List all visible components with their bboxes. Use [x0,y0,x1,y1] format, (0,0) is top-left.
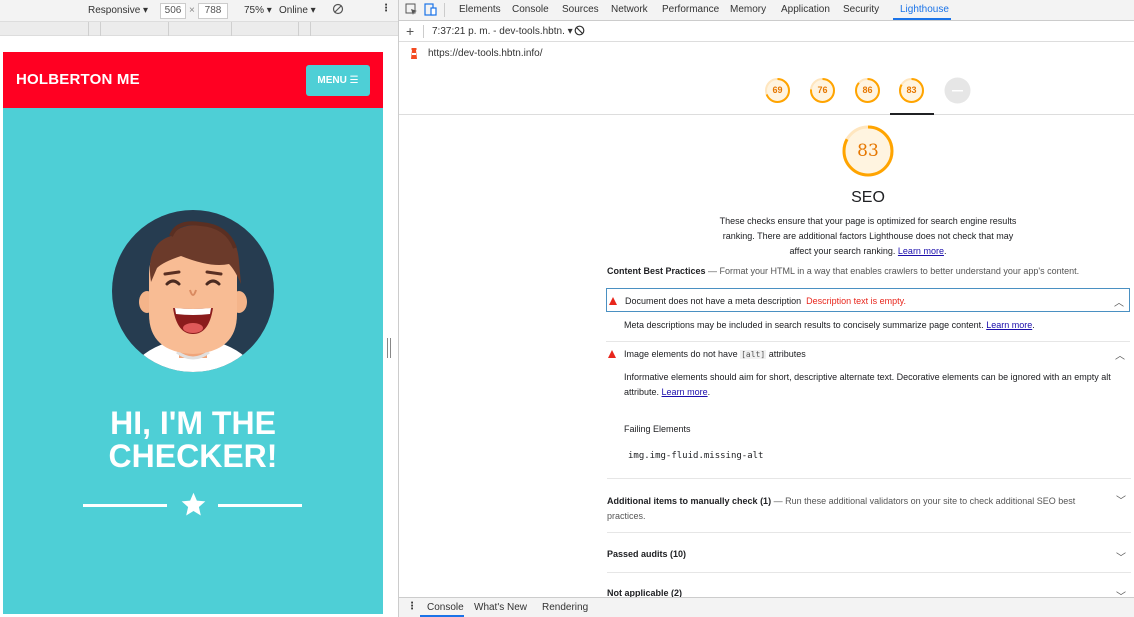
fail-icon [608,350,616,358]
avatar [111,184,275,377]
drawer-tab-console[interactable]: Console [427,602,464,613]
chevron-up-icon[interactable]: ︿ [1115,347,1125,362]
gauge-performance[interactable]: 69 [764,77,791,104]
lighthouse-logo-icon [409,47,419,63]
failing-selector[interactable]: img.img-fluid.missing-alt [628,449,763,464]
tab-security[interactable]: Security [843,4,879,15]
active-gauge-indicator [890,113,934,115]
drawer-menu-icon[interactable]: ⋮ [407,601,417,612]
tab-application[interactable]: Application [781,4,830,15]
gauge-accessibility[interactable]: 76 [809,77,836,104]
pane-resizer-handle[interactable] [387,338,391,358]
emulated-viewport: HOLBERTON ME MENU ☰ HI, I'M THE CHECKER! [3,52,383,614]
gauge-pwa[interactable] [944,77,971,104]
lighthouse-report: 83 SEO These checks ensure that your pag… [399,116,1134,597]
category-score-gauge: 83 [841,124,895,178]
chevron-down-icon[interactable]: ﹀ [1116,494,1126,509]
audit-image-alt: Image elements do not have [alt] attribu… [606,341,1130,481]
new-report-icon[interactable]: + [406,23,414,39]
tab-sources[interactable]: Sources [562,4,599,15]
score-gauges: 69 76 86 83 [399,66,1134,115]
gauge-score: 86 [862,85,873,95]
rotate-icon[interactable] [332,3,344,18]
hero-heading: HI, I'M THE CHECKER! [3,407,383,473]
divider-line-right [218,504,302,507]
manual-checks-section[interactable]: Additional items to manually check (1) —… [607,494,1131,524]
gauge-score: 76 [817,85,828,95]
inspect-element-icon[interactable] [405,3,418,19]
tab-lighthouse[interactable]: Lighthouse [900,4,949,15]
site-brand[interactable]: HOLBERTON ME [16,71,140,88]
clear-reports-icon[interactable] [574,25,585,39]
report-url[interactable]: https://dev-tools.hbtn.info/ [428,48,543,59]
chevron-down-icon[interactable]: ﹀ [1116,588,1126,597]
learn-more-link[interactable]: Learn more [662,387,708,397]
hero-line-2: CHECKER! [108,438,278,474]
media-query-ruler [0,22,398,36]
tab-memory[interactable]: Memory [730,4,766,15]
learn-more-link[interactable]: Learn more [898,246,944,256]
device-toolbar: Responsive ▾ 506 × 788 75% ▾ Online ▾ ⋮ [0,0,398,22]
chevron-up-icon[interactable]: ︿ [1114,294,1124,309]
audit-row[interactable]: Document does not have a meta descriptio… [606,288,1130,312]
tab-console[interactable]: Console [512,4,549,15]
tab-elements[interactable]: Elements [459,4,501,15]
report-selector[interactable]: 7:37:21 p. m. - dev-tools.hbtn. ▾ [432,26,573,37]
divider-line-left [83,504,167,507]
learn-more-link[interactable]: Learn more [986,320,1032,330]
chevron-down-icon[interactable]: ﹀ [1116,549,1126,564]
drawer-tab-rendering[interactable]: Rendering [542,602,588,613]
star-divider [83,490,303,520]
category-title: SEO [851,189,885,206]
audit-description: Informative elements should aim for shor… [624,372,1111,397]
height-input[interactable]: 788 [198,3,228,19]
network-select[interactable]: Online ▾ [279,5,316,16]
devtools-panel: Elements Console Sources Network Perform… [399,0,1134,617]
tab-performance[interactable]: Performance [662,4,719,15]
fail-icon [609,297,617,305]
lighthouse-toolbar: + 7:37:21 p. m. - dev-tools.hbtn. ▾ [399,21,1134,42]
active-tab-indicator [893,18,951,20]
gauge-best-practices[interactable]: 86 [854,77,881,104]
star-icon [181,492,206,516]
site-header: HOLBERTON ME MENU ☰ [3,52,383,108]
passed-audits-section[interactable]: Passed audits (10) ﹀ [607,549,1131,564]
width-input[interactable]: 506 [160,3,186,19]
gauge-score: 69 [772,85,783,95]
gauge-seo[interactable]: 83 [898,77,925,104]
hero-line-1: HI, I'M THE [110,405,276,441]
zoom-select[interactable]: 75% ▾ [244,5,272,16]
not-applicable-section[interactable]: Not applicable (2) ﹀ [607,588,1131,597]
more-options-icon[interactable]: ⋮ [381,3,391,14]
audit-meta-description: Document does not have a meta descriptio… [606,288,1130,340]
console-drawer-tabbar: ⋮ Console What's New Rendering [399,597,1134,617]
failing-elements-label: Failing Elements [624,424,691,434]
tab-network[interactable]: Network [611,4,648,15]
drawer-tab-whats-new[interactable]: What's New [474,602,527,613]
times-glyph: × [189,5,195,16]
audit-description: Meta descriptions may be included in sea… [624,320,1035,330]
report-url-bar: https://dev-tools.hbtn.info/ [399,42,1134,65]
category-description: These checks ensure that your page is op… [719,216,1017,256]
device-select[interactable]: Responsive ▾ [88,5,148,16]
audit-row[interactable]: Image elements do not have [alt] attribu… [606,342,1130,366]
menu-button[interactable]: MENU ☰ [306,65,370,96]
category-score: 83 [857,141,879,161]
device-toggle-icon[interactable] [424,3,437,19]
gauge-score: 83 [906,85,917,95]
devtools-tabbar: Elements Console Sources Network Perform… [399,0,1134,21]
audit-group-header: Content Best Practices — Format your HTM… [607,266,1080,276]
device-mode-pane: Responsive ▾ 506 × 788 75% ▾ Online ▾ ⋮ … [0,0,399,617]
